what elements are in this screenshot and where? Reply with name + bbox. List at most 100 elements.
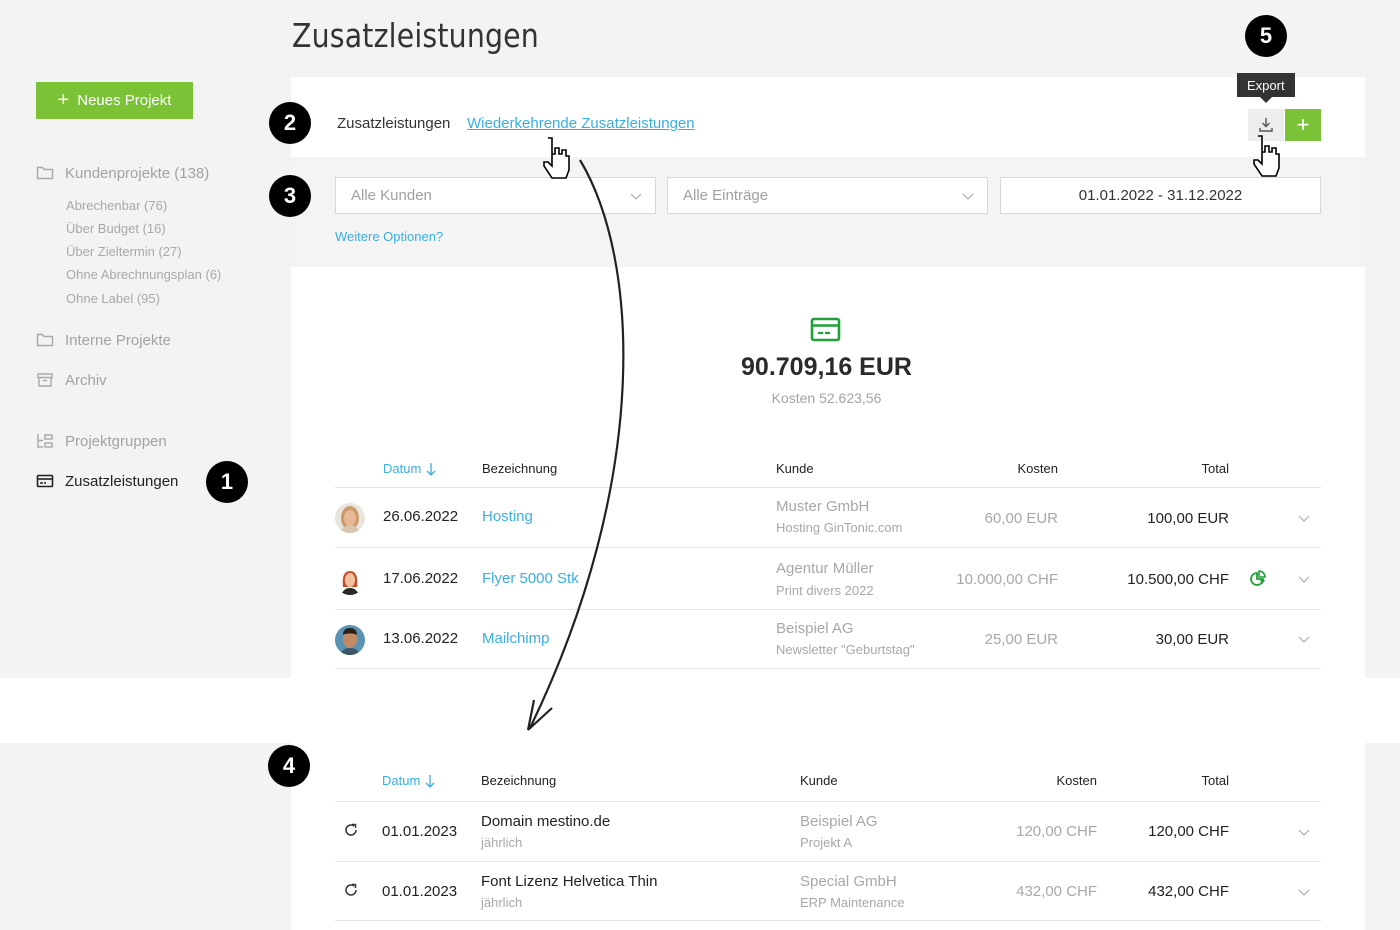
chevron-down-icon[interactable]	[1297, 886, 1311, 898]
services-panel: 90.709,16 EUR Kosten 52.623,56 Datum Bez…	[291, 267, 1365, 678]
annotation-badge-3: 3	[269, 175, 311, 217]
folder-icon	[36, 166, 54, 180]
date-range-input[interactable]: 01.01.2022 - 31.12.2022	[1000, 177, 1321, 214]
row-costs: 432,00 CHF	[1016, 883, 1097, 900]
avatar	[335, 503, 365, 533]
column-header-total: Total	[1201, 461, 1229, 476]
row-interval: jährlich	[481, 835, 523, 850]
sidebar-item-archiv[interactable]: Archiv	[36, 371, 107, 389]
row-date: 13.06.2022	[383, 630, 459, 647]
table-row[interactable]: 26.06.2022 Hosting Muster GmbH Hosting G…	[335, 487, 1321, 547]
row-customer: Beispiel AG	[800, 813, 878, 830]
chevron-down-icon	[630, 193, 642, 200]
sidebar-item-zusatzleistungen[interactable]: Zusatzleistungen	[36, 472, 178, 490]
row-costs: 120,00 CHF	[1016, 823, 1097, 840]
arrow-down-icon	[425, 774, 435, 788]
table-row[interactable]: 01.01.2023 Font Lizenz Helvetica Thin jä…	[335, 861, 1321, 921]
sidebar-item-kundenprojekte[interactable]: Kundenprojekte (138)	[36, 164, 209, 182]
row-date: 01.01.2023	[382, 823, 458, 840]
folder-icon	[36, 333, 54, 347]
row-date: 26.06.2022	[383, 508, 459, 525]
sidebar-item-interne-projekte[interactable]: Interne Projekte	[36, 331, 171, 349]
avatar	[335, 625, 365, 655]
new-project-button[interactable]: + Neues Projekt	[36, 82, 193, 119]
sidebar-subitem-abrechenbar[interactable]: Abrechenbar (76)	[66, 198, 167, 213]
column-header-datum[interactable]: Datum	[382, 773, 435, 788]
annotation-badge-5: 5	[1245, 15, 1287, 57]
row-title-link[interactable]: Mailchimp	[482, 630, 550, 647]
customer-select[interactable]: Alle Kunden	[335, 177, 656, 214]
new-project-label: Neues Projekt	[77, 92, 172, 109]
column-header-total: Total	[1201, 773, 1229, 788]
row-costs: 25,00 EUR	[984, 631, 1058, 648]
download-icon	[1259, 118, 1273, 132]
sidebar-item-label: Archiv	[65, 371, 107, 389]
background-gap	[0, 678, 1400, 743]
tab-zusatzleistungen[interactable]: Zusatzleistungen	[337, 115, 450, 132]
annotation-badge-2: 2	[269, 102, 311, 144]
column-header-kosten: Kosten	[1017, 461, 1058, 476]
export-button[interactable]	[1248, 109, 1284, 141]
row-customer: Muster GmbH	[776, 498, 870, 515]
plus-icon: +	[57, 88, 70, 111]
row-customer: Agentur Müller	[776, 560, 874, 577]
sidebar-item-label: Zusatzleistungen	[65, 472, 179, 490]
row-total: 120,00 CHF	[1148, 823, 1229, 840]
summary-total: 90.709,16 EUR	[741, 353, 912, 381]
table-row[interactable]: 17.06.2022 Flyer 5000 Stk Agentur Müller…	[335, 547, 1321, 609]
sidebar-subitem-ueber-budget[interactable]: Über Budget (16)	[66, 221, 166, 236]
annotation-badge-1: 1	[206, 461, 248, 503]
chevron-down-icon[interactable]	[1297, 826, 1311, 838]
page-title: Zusatzleistungen	[292, 16, 539, 55]
sidebar-subitem-ohne-label[interactable]: Ohne Label (95)	[66, 291, 160, 306]
summary-costs: Kosten 52.623,56	[771, 390, 882, 406]
row-customer: Special GmbH	[800, 873, 897, 890]
annotation-badge-4: 4	[268, 745, 310, 787]
archive-icon	[37, 373, 53, 387]
sidebar-item-label: Interne Projekte	[65, 331, 171, 349]
filter-bar: Alle Kunden Alle Einträge 01.01.2022 - 3…	[291, 157, 1365, 267]
column-header-bezeichnung: Bezeichnung	[482, 461, 558, 476]
sidebar-item-label: Projektgruppen	[65, 432, 167, 450]
chevron-down-icon	[962, 193, 974, 200]
row-project: Hosting GinTonic.com	[776, 520, 903, 535]
column-header-kunde: Kunde	[776, 461, 814, 476]
entries-select[interactable]: Alle Einträge	[667, 177, 988, 214]
row-title-link[interactable]: Hosting	[482, 508, 533, 525]
row-costs: 60,00 EUR	[984, 510, 1058, 527]
budget-pie-icon[interactable]	[1249, 570, 1267, 588]
sidebar-item-projektgruppen[interactable]: Projektgruppen	[36, 432, 167, 450]
table-row[interactable]: 13.06.2022 Mailchimp Beispiel AG Newslet…	[335, 609, 1321, 669]
row-title[interactable]: Font Lizenz Helvetica Thin	[481, 873, 657, 890]
sidebar-subitem-ueber-zieltermin[interactable]: Über Zieltermin (27)	[66, 244, 182, 259]
row-project: ERP Maintenance	[800, 895, 905, 910]
row-interval: jährlich	[481, 895, 523, 910]
row-date: 01.01.2023	[382, 883, 458, 900]
row-title[interactable]: Domain mestino.de	[481, 813, 610, 830]
credit-card-icon	[36, 474, 54, 488]
column-header-datum[interactable]: Datum	[383, 461, 436, 476]
chevron-down-icon[interactable]	[1297, 573, 1311, 585]
repeat-icon	[345, 883, 357, 896]
chevron-down-icon[interactable]	[1297, 512, 1311, 524]
credit-card-icon	[810, 317, 841, 342]
row-customer: Beispiel AG	[776, 620, 854, 637]
row-total: 432,00 CHF	[1148, 883, 1229, 900]
row-title-link[interactable]: Flyer 5000 Stk	[482, 570, 579, 587]
arrow-down-icon	[426, 462, 436, 476]
sidebar-subitem-ohne-abrechnungsplan[interactable]: Ohne Abrechnungsplan (6)	[66, 267, 221, 282]
row-project: Newsletter "Geburtstag"	[776, 642, 915, 657]
repeat-icon	[345, 823, 357, 836]
row-date: 17.06.2022	[383, 570, 459, 587]
row-total: 100,00 EUR	[1147, 510, 1229, 527]
tab-wiederkehrende-zusatzleistungen[interactable]: Wiederkehrende Zusatzleistungen	[467, 115, 695, 132]
entries-select-value: Alle Einträge	[683, 187, 769, 204]
row-total: 10.500,00 CHF	[1127, 571, 1229, 588]
table-row[interactable]: 01.01.2023 Domain mestino.de jährlich Be…	[335, 801, 1321, 861]
add-button[interactable]: +	[1285, 109, 1321, 141]
export-tooltip: Export	[1237, 73, 1295, 103]
customer-select-value: Alle Kunden	[351, 187, 432, 204]
chevron-down-icon[interactable]	[1297, 633, 1311, 645]
more-options-link[interactable]: Weitere Optionen?	[335, 229, 443, 244]
row-project: Print divers 2022	[776, 583, 874, 598]
